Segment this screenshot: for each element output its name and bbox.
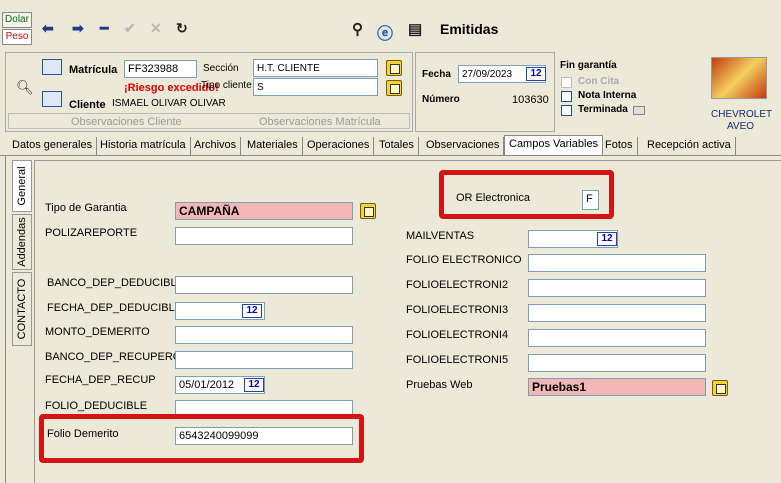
mailventas-calendar-icon[interactable]: 12 xyxy=(597,232,617,246)
vtab-addendas[interactable]: Addendas xyxy=(12,214,32,270)
polizareporte-label: POLIZAREPORTE xyxy=(45,227,138,239)
next-record-icon[interactable]: ➡ xyxy=(72,20,84,37)
window-title: Emitidas xyxy=(440,21,499,37)
folio-electronico-field[interactable] xyxy=(528,254,706,272)
observaciones-bar: Observaciones Cliente Observaciones Matr… xyxy=(8,113,410,129)
fecha-dep-deducible-label: FECHA_DEP_DEDUCIBLE xyxy=(47,302,183,314)
folioelectroni4-field[interactable] xyxy=(528,329,706,347)
seccion-label: Sección xyxy=(203,63,239,74)
monto-demerito-label: MONTO_DEMERITO xyxy=(45,326,150,338)
brand-line1: CHEVROLET xyxy=(711,109,773,120)
print-icon[interactable]: ▤ xyxy=(408,20,422,38)
fin-garantia-label: Fin garantía xyxy=(560,60,617,71)
vtab-contacto[interactable]: CONTACTO xyxy=(12,272,32,346)
fecha-dep-recup-label: FECHA_DEP_RECUP xyxy=(45,374,156,386)
numero-label: Número xyxy=(422,94,460,105)
folioelectroni2-label: FOLIOELECTRONI2 xyxy=(406,279,509,291)
folio-demerito-field[interactable]: 6543240099099 xyxy=(175,427,353,445)
terminada-label: Terminada xyxy=(578,104,628,115)
tab-operaciones[interactable]: Operaciones xyxy=(303,137,375,155)
mailventas-label: MAILVENTAS xyxy=(406,230,475,242)
matricula-link-icon[interactable] xyxy=(42,59,62,75)
accept-icon[interactable]: ✔ xyxy=(124,20,136,37)
folio-demerito-label: Folio Demerito xyxy=(47,428,119,440)
tipo-garantia-field[interactable]: CAMPAÑA xyxy=(175,202,353,220)
peso-button[interactable]: Peso xyxy=(2,29,32,45)
tab-datos-generales[interactable]: Datos generales xyxy=(8,137,98,155)
folioelectroni2-field[interactable] xyxy=(528,279,706,297)
tipo-cliente-picker-icon[interactable] xyxy=(386,80,402,96)
folio-electronico-label: FOLIO ELECTRONICO xyxy=(406,254,522,266)
seccion-picker-icon[interactable] xyxy=(386,60,402,76)
tipo-cliente-field[interactable]: S xyxy=(253,78,378,96)
tab-recepcion-activa[interactable]: Recepción activa xyxy=(643,137,736,155)
folioelectroni3-field[interactable] xyxy=(528,304,706,322)
refresh-icon[interactable]: ↻ xyxy=(176,20,188,37)
obs-matricula-label[interactable]: Observaciones Matrícula xyxy=(259,116,381,128)
cliente-link-icon[interactable] xyxy=(42,91,62,107)
fecha-panel: Fecha 27/09/2023 12 Número 103630 xyxy=(415,52,555,132)
tab-archivos[interactable]: Archivos xyxy=(190,137,242,155)
tipo-garantia-label: Tipo de Garantia xyxy=(45,202,127,214)
cancel-icon[interactable]: ✕ xyxy=(150,20,162,37)
tab-campos-variables[interactable]: Campos Variables xyxy=(504,135,604,155)
tab-fotos[interactable]: Fotos xyxy=(601,137,638,155)
banco-dep-deducible-field[interactable] xyxy=(175,276,353,294)
matricula-label: Matrícula xyxy=(69,64,118,76)
con-cita-label: Con Cita xyxy=(578,76,620,87)
tab-observaciones[interactable]: Observaciones xyxy=(422,137,505,155)
folioelectroni5-label: FOLIOELECTRONI5 xyxy=(406,354,509,366)
monto-demerito-field[interactable] xyxy=(175,326,353,344)
brand-logo xyxy=(711,57,767,99)
fecha-dep-recup-calendar-icon[interactable]: 12 xyxy=(244,378,264,392)
browser-icon[interactable]: ⓔ xyxy=(377,20,393,44)
toolbar: Dolar Peso ⬅ ➡ ━ ✔ ✕ ↻ ⚲ ⓔ ▤ Emitidas xyxy=(0,0,781,48)
fin-garantia-panel: Fin garantía Con Cita Nota Interna Termi… xyxy=(557,52,697,132)
pruebas-web-label: Pruebas Web xyxy=(406,379,473,391)
nota-interna-label: Nota Interna xyxy=(578,90,637,101)
tab-totales[interactable]: Totales xyxy=(375,137,419,155)
cliente-value: ISMAEL OLIVAR OLIVAR xyxy=(112,98,226,109)
tipo-cliente-label: Tipo cliente xyxy=(201,80,252,91)
cliente-label: Cliente xyxy=(69,99,106,111)
pruebas-web-picker-icon[interactable] xyxy=(712,380,728,396)
banco-dep-recupero-label: BANCO_DEP_RECUPERO xyxy=(45,351,182,363)
pruebas-web-field[interactable]: Pruebas1 xyxy=(528,378,706,396)
nota-interna-checkbox[interactable] xyxy=(561,91,572,102)
numero-value: 103630 xyxy=(512,94,549,106)
delete-icon[interactable]: ━ xyxy=(100,20,108,37)
con-cita-checkbox[interactable] xyxy=(561,77,572,88)
zoom-icon[interactable]: 🔍︎ xyxy=(16,79,34,96)
dolar-button[interactable]: Dolar xyxy=(2,12,32,28)
banco-dep-recupero-field[interactable] xyxy=(175,351,353,369)
terminada-checkbox[interactable] xyxy=(561,105,572,116)
first-record-icon[interactable]: ⬅ xyxy=(42,20,54,37)
fecha-label: Fecha xyxy=(422,69,451,80)
fecha-dep-deducible-calendar-icon[interactable]: 12 xyxy=(242,304,262,318)
vtab-general[interactable]: General xyxy=(12,160,32,212)
tab-materiales[interactable]: Materiales xyxy=(243,137,303,155)
tipo-garantia-picker-icon[interactable] xyxy=(360,203,376,219)
folioelectroni3-label: FOLIOELECTRONI3 xyxy=(406,304,509,316)
banco-dep-deducible-label: BANCO_DEP_DEDUCIBLI xyxy=(47,277,180,289)
or-electronica-field[interactable]: F xyxy=(582,190,599,210)
polizareporte-field[interactable] xyxy=(175,227,353,245)
matricula-field[interactable]: FF323988 xyxy=(124,60,197,78)
or-electronica-label: OR Electronica xyxy=(456,192,530,204)
header-panel: 🔍︎ Matrícula FF323988 Sección H.T. CLIEN… xyxy=(5,52,413,132)
folioelectroni5-field[interactable] xyxy=(528,354,706,372)
fecha-calendar-icon[interactable]: 12 xyxy=(526,67,546,81)
terminada-calendar-icon[interactable] xyxy=(633,106,645,115)
brand-panel: CHEVROLET AVEO xyxy=(699,52,781,132)
folio-deducible-label: FOLIO_DEDUCIBLE xyxy=(45,400,148,412)
binoculars-icon[interactable]: ⚲ xyxy=(352,20,363,38)
folioelectroni4-label: FOLIOELECTRONI4 xyxy=(406,329,509,341)
tab-historia-matricula[interactable]: Historia matrícula xyxy=(96,137,191,155)
brand-line2: AVEO xyxy=(727,121,755,132)
obs-cliente-label[interactable]: Observaciones Cliente xyxy=(71,116,182,128)
seccion-field[interactable]: H.T. CLIENTE xyxy=(253,59,378,77)
